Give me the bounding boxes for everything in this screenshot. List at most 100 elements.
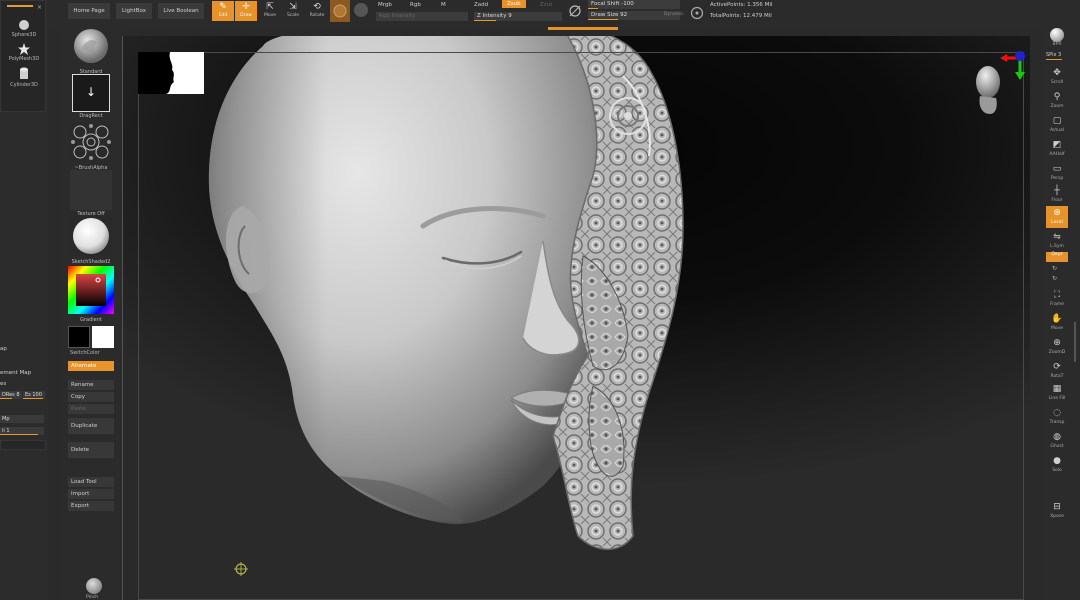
close-icon[interactable]: ×: [37, 4, 42, 11]
material-label: SketchShaded2: [71, 259, 111, 265]
z-axis-rotate-icon[interactable]: ↻: [1052, 275, 1057, 282]
silhouette-navigator[interactable]: [138, 52, 204, 94]
z-intensity-slider[interactable]: Z Intensity 9: [474, 12, 562, 21]
bpr-button[interactable]: BPR: [1046, 28, 1068, 50]
actual-icon: ▢: [1052, 116, 1062, 126]
floor-button[interactable]: ┼ Floor: [1046, 184, 1068, 206]
material-selector[interactable]: SketchShaded2: [70, 216, 112, 265]
duplicate-button[interactable]: Duplicate: [68, 418, 114, 434]
dragrect-icon: ↓: [72, 74, 110, 112]
rotate-view-button[interactable]: ⟳ RotaT: [1046, 360, 1068, 382]
actual-button[interactable]: ▢ Actual: [1046, 114, 1068, 136]
tool-polymesh3d[interactable]: PolyMesh3D: [5, 43, 43, 62]
zoom3d-icon: ⊕: [1053, 338, 1061, 348]
alternate-button[interactable]: Alternate: [68, 361, 114, 371]
tool-sphere3d[interactable]: Sphere3D: [5, 19, 43, 38]
pinch-brush-icon[interactable]: [86, 578, 102, 594]
active-tab-indicator: [548, 27, 618, 30]
persp-button[interactable]: ▭ Persp: [1046, 162, 1068, 184]
switch-color-button[interactable]: SwitchColor: [70, 350, 100, 356]
delete-button[interactable]: Delete: [68, 442, 114, 458]
y-axis-rotate-icon[interactable]: ↻: [1052, 265, 1057, 272]
rename-button[interactable]: Rename: [68, 380, 114, 390]
zoom-button[interactable]: ⚲ Zoom: [1046, 90, 1068, 112]
cursor-crosshair-icon: [234, 562, 248, 576]
spix-slider[interactable]: SPix 3: [1046, 52, 1072, 60]
transp-button[interactable]: ◌ Transp: [1046, 406, 1068, 428]
copy-button[interactable]: Copy: [68, 392, 114, 402]
count-slider[interactable]: ii 1: [0, 427, 44, 435]
xyz-button[interactable]: Qxyz: [1046, 252, 1068, 262]
dynamic-button[interactable]: Dynamic: [664, 12, 684, 17]
live-boolean-button[interactable]: Live Boolean: [158, 3, 204, 19]
brush-selector[interactable]: Standard: [70, 26, 112, 75]
secondary-color-swatch[interactable]: [92, 326, 114, 348]
home-page-button[interactable]: Home Page: [68, 3, 110, 19]
rgb-intensity-slider[interactable]: Rgb Intensity: [376, 12, 468, 21]
stroke-selector[interactable]: ↓ DragRect: [70, 74, 112, 119]
move-view-button[interactable]: ✋ Move: [1046, 312, 1068, 334]
solo-button[interactable]: ● Solo: [1046, 454, 1068, 476]
left-shelf: Standard ↓ DragRect ~BrushAlpha Texture …: [60, 22, 122, 600]
color-swatch-button[interactable]: [330, 0, 350, 22]
ghost-button[interactable]: ◍ Ghost: [1046, 430, 1068, 452]
draw-icon: ✛: [242, 2, 250, 12]
lightbox-button[interactable]: LightBox: [116, 3, 152, 19]
m-button[interactable]: M: [441, 2, 446, 8]
mrgb-button[interactable]: Mrgb: [378, 2, 392, 8]
texture-selector[interactable]: Texture Off: [70, 170, 112, 217]
rgb-button[interactable]: Rgb: [410, 2, 421, 8]
solo-icon: ●: [1053, 456, 1061, 466]
material-sphere-preview-icon: [70, 216, 112, 256]
alpha-selector[interactable]: ~BrushAlpha: [70, 122, 112, 171]
dres-slider[interactable]: DRes 8: [0, 391, 22, 399]
mp-slider[interactable]: Mp: [0, 415, 44, 423]
xyz-icon: Qxyz: [1051, 252, 1063, 257]
material-sphere-icon[interactable]: [354, 3, 368, 17]
aahalf-button[interactable]: ◩ AAHalf: [1046, 138, 1068, 160]
import-button[interactable]: Import: [68, 489, 114, 499]
draw-button[interactable]: ✛ Draw: [235, 1, 257, 21]
pinch-label: Pinch: [86, 595, 99, 600]
tool-label: PolyMesh3D: [8, 56, 40, 62]
edit-button[interactable]: ✎ Edit: [212, 1, 234, 21]
color-picker[interactable]: Gradient: [68, 266, 114, 323]
panel-slider[interactable]: [7, 5, 33, 7]
paste-button[interactable]: Paste: [68, 404, 114, 414]
move-button[interactable]: ⇱ Move: [259, 1, 281, 21]
zoom3d-button[interactable]: ⊕ ZoomD: [1046, 336, 1068, 358]
xpose-icon: ⊟: [1053, 502, 1061, 512]
local-button[interactable]: ⊛ Local: [1046, 206, 1068, 228]
sculpt-model[interactable]: [123, 36, 1030, 600]
linefill-button[interactable]: ▦ Line Fill: [1046, 382, 1068, 404]
zadd-button[interactable]: Zadd: [474, 2, 488, 8]
axis-gizmo-icon[interactable]: [998, 48, 1028, 82]
tool-cylinder3d[interactable]: Cylinder3D: [5, 67, 43, 88]
focal-shift-icon[interactable]: [568, 4, 582, 18]
displacement-map-label: ement Map: [0, 370, 32, 376]
frame-button[interactable]: ⛶ Frame: [1046, 288, 1068, 310]
bpr-sphere-icon: [1050, 28, 1064, 42]
tray-panel-footer: [0, 440, 46, 450]
scroll-button[interactable]: ✥ Scroll: [1046, 66, 1068, 88]
lsym-button[interactable]: ⇋ L.Sym: [1046, 230, 1068, 252]
xpose-button[interactable]: ⊟ Xpose: [1046, 500, 1068, 522]
points-icon: [690, 6, 704, 20]
canvas-viewport[interactable]: [122, 36, 1030, 600]
es-slider[interactable]: Es 100: [23, 391, 45, 399]
active-points-readout: ActivePoints: 1.356 Mil: [710, 2, 773, 8]
export-button[interactable]: Export: [68, 501, 114, 511]
zsub-button[interactable]: Zsub: [502, 0, 526, 8]
scale-button[interactable]: ⇲ Scale: [282, 1, 304, 21]
focal-shift-slider[interactable]: Focal Shift -100: [588, 0, 680, 9]
top-toolbar: Home Page LightBox Live Boolean ✎ Edit ✛ D…: [48, 0, 1080, 30]
local-icon: ⊛: [1053, 208, 1061, 218]
res-label: es: [0, 381, 7, 387]
load-tool-button[interactable]: Load Tool: [68, 477, 114, 487]
gradient-label: Gradient: [80, 317, 102, 323]
cylinder-icon: [20, 67, 28, 79]
primary-color-swatch[interactable]: [68, 326, 90, 348]
rotate-button[interactable]: ⟲ Rotate: [306, 1, 328, 21]
right-shelf-scrollbar[interactable]: [1074, 322, 1076, 362]
zcut-button[interactable]: Zcut: [540, 2, 552, 8]
